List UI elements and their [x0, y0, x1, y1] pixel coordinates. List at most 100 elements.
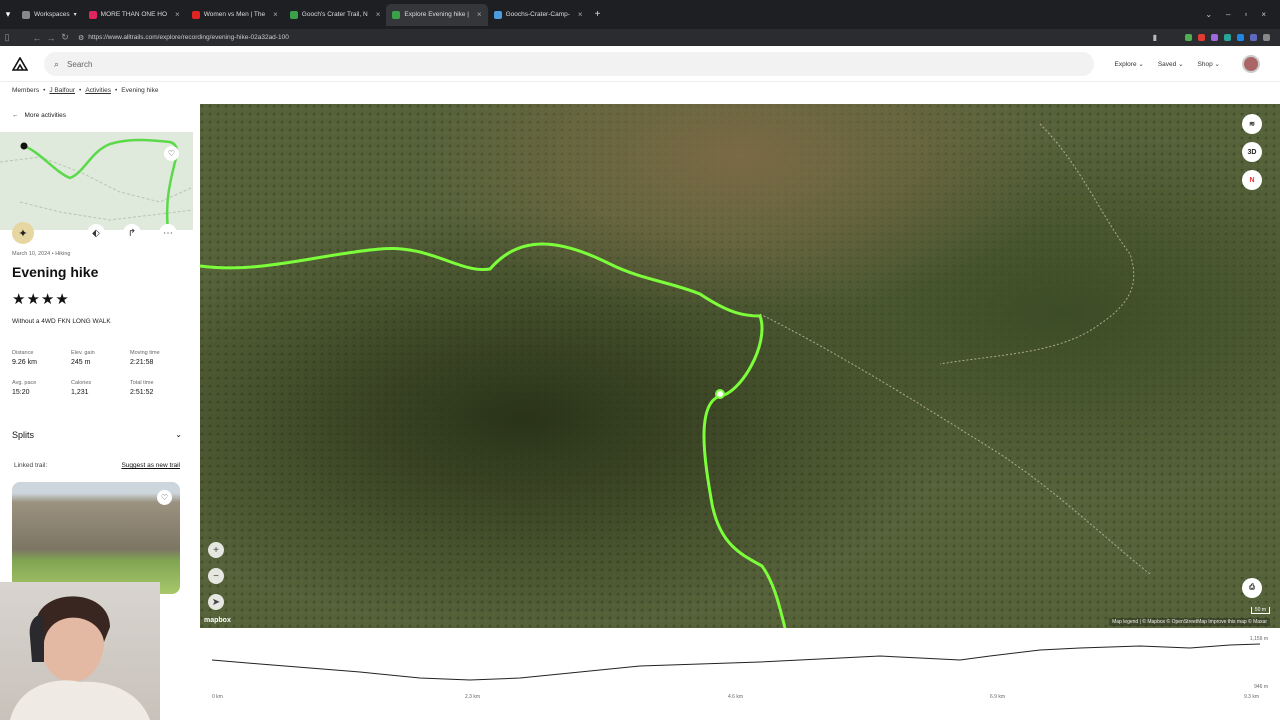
linked-trail-photo[interactable]: ♡	[12, 482, 180, 594]
search-bar[interactable]: ⌕ Search	[44, 52, 1094, 76]
x-tick-label: 0 km	[212, 694, 223, 700]
compass-north-button[interactable]: N	[1242, 170, 1262, 190]
extension-icon[interactable]	[1211, 34, 1218, 41]
tab-title: Explore Evening hike |	[404, 11, 469, 18]
search-icon: ⌕	[54, 58, 60, 69]
breadcrumb: Members • J Balfour • Activities • Eveni…	[12, 87, 159, 94]
more-activities-link[interactable]: ← More activities	[12, 112, 66, 119]
close-window-icon[interactable]: ×	[1261, 10, 1266, 19]
splits-label: Splits	[12, 430, 35, 440]
workspaces-label: Workspaces	[34, 11, 70, 18]
breadcrumb-member[interactable]: J Balfour	[49, 87, 75, 94]
workspaces-button[interactable]: Workspaces ▾	[16, 4, 83, 26]
map-attribution[interactable]: Map legend | © Mapbox © OpenStreetMap Im…	[1109, 618, 1270, 626]
linked-trail-row: Linked trail: Suggest as new trail	[12, 462, 182, 469]
extension-icon[interactable]	[1250, 34, 1257, 41]
extension-icon[interactable]	[1224, 34, 1231, 41]
elevation-line	[211, 643, 1261, 681]
site-info-icon[interactable]: ⚙	[78, 34, 84, 42]
save-trail-heart-icon[interactable]: ♡	[157, 490, 172, 505]
browser-tab[interactable]: Women vs Men | The ×	[186, 4, 284, 26]
bookmark-icon[interactable]: ▮	[1153, 33, 1157, 42]
activity-stats: Distance 9.26 km Elev. gain 245 m Moving t…	[12, 350, 192, 396]
save-map-heart-icon[interactable]: ♡	[164, 146, 179, 161]
tab-search-icon[interactable]: ⌄	[1205, 10, 1212, 19]
layers-icon[interactable]: ≋	[1242, 114, 1262, 134]
extension-icon[interactable]	[1198, 34, 1205, 41]
activity-date: March 10, 2024 • Hiking	[12, 251, 71, 257]
directions-icon[interactable]: ⬖	[87, 224, 105, 242]
x-tick-label: 6.9 km	[990, 694, 1006, 700]
tab-title: Gooch's Crater Trail, N	[301, 11, 368, 18]
star-empty-icon: ★	[69, 291, 84, 308]
browser-tab[interactable]: Goochs-Crater-Camp- ×	[488, 4, 589, 26]
x-tick-label: 2.3 km	[465, 694, 481, 700]
elevation-profile[interactable]: 0 km 2.3 km 4.6 km 6.9 km 9.3 km 1,159 m…	[200, 628, 1280, 708]
mini-map-route	[0, 138, 193, 230]
browser-address-bar: ▯ ← → ↻ ⚙ https://www.alltrails.com/expl…	[0, 29, 1280, 46]
browser-menu-icon[interactable]: ▾	[0, 9, 16, 20]
breadcrumb-activities[interactable]: Activities	[85, 87, 111, 94]
toggle-3d-button[interactable]: 3D	[1242, 142, 1262, 162]
close-tab-icon[interactable]: ×	[175, 10, 180, 19]
alltrails-icon	[289, 10, 298, 19]
back-icon[interactable]: ←	[30, 33, 44, 43]
alltrails-logo[interactable]	[0, 56, 40, 71]
locate-me-icon[interactable]: ➤	[208, 594, 224, 610]
close-tab-icon[interactable]: ×	[376, 10, 381, 19]
linked-trail-label: Linked trail:	[14, 462, 48, 469]
print-icon[interactable]: ⎙	[1242, 578, 1262, 598]
extension-icon[interactable]	[1263, 34, 1270, 41]
mini-map[interactable]: ♡	[0, 132, 193, 230]
forward-icon[interactable]: →	[44, 33, 58, 43]
browser-tab[interactable]: MORE THAN ONE HO ×	[83, 4, 186, 26]
browser-tab[interactable]: Gooch's Crater Trail, N ×	[284, 4, 387, 26]
alltrails-icon	[392, 10, 401, 19]
close-tab-icon[interactable]: ×	[273, 10, 278, 19]
streamer-silhouette	[10, 596, 150, 720]
y-max-label: 1,159 m	[1249, 636, 1268, 642]
maximize-icon[interactable]: ▫	[1244, 10, 1247, 19]
extensions-bar	[1185, 34, 1270, 41]
arrow-left-icon: ←	[12, 112, 19, 119]
zoom-out-icon[interactable]: −	[208, 568, 224, 584]
reload-icon[interactable]: ↻	[58, 32, 72, 43]
close-tab-icon[interactable]: ×	[477, 10, 482, 19]
star-icon: ★	[12, 291, 26, 308]
webcam-overlay	[0, 582, 160, 720]
youtube-icon	[88, 10, 97, 19]
site-header: ⌕ Search Explore ⌄ Saved ⌄ Shop ⌄	[0, 46, 1280, 82]
stat-avg-pace: Avg. pace 15:20	[12, 380, 37, 396]
y-min-label: 946 m	[1254, 684, 1268, 690]
nav-saved[interactable]: Saved ⌄	[1158, 60, 1184, 68]
sidebar-toggle-icon[interactable]: ▯	[0, 32, 14, 43]
stat-calories: Calories 1,231	[71, 380, 92, 396]
nav-shop[interactable]: Shop ⌄	[1198, 60, 1220, 68]
activity-actions: ✦ ⬖ ↱ ⋯	[0, 218, 193, 244]
breadcrumb-members[interactable]: Members	[12, 87, 39, 94]
more-options-icon[interactable]: ⋯	[159, 224, 177, 242]
star-rating: ★ ★ ★ ★ ★	[12, 290, 83, 308]
browser-tab-active[interactable]: Explore Evening hike | ×	[386, 3, 488, 26]
close-tab-icon[interactable]: ×	[578, 10, 583, 19]
map-canvas	[200, 104, 1280, 628]
user-avatar[interactable]	[1242, 55, 1260, 73]
extension-icon[interactable]	[1237, 34, 1244, 41]
suggest-trail-link[interactable]: Suggest as new trail	[121, 462, 180, 469]
new-tab-icon[interactable]: +	[595, 9, 601, 20]
extension-icon[interactable]	[1185, 34, 1192, 41]
satellite-map[interactable]: ≋ 3D N ⎙ + − ➤ mapbox Map legend | © Map…	[200, 104, 1280, 628]
activity-title: Evening hike	[12, 264, 99, 280]
tab-title: Women vs Men | The	[203, 11, 266, 18]
share-icon[interactable]: ↱	[123, 224, 141, 242]
minimize-icon[interactable]: –	[1226, 10, 1230, 19]
back-label: More activities	[24, 112, 67, 119]
stat-moving-time: Moving time 2:21:58	[130, 350, 160, 366]
nav-explore[interactable]: Explore ⌄	[1115, 60, 1144, 68]
splits-toggle[interactable]: Splits ⌄	[12, 430, 182, 440]
x-tick-label: 9.3 km	[1244, 694, 1260, 700]
search-input[interactable]: Search	[67, 60, 92, 69]
url-field[interactable]: ⚙ https://www.alltrails.com/explore/reco…	[78, 34, 1153, 42]
zoom-in-icon[interactable]: +	[208, 542, 224, 558]
stat-elevation-gain: Elev. gain 245 m	[71, 350, 95, 366]
